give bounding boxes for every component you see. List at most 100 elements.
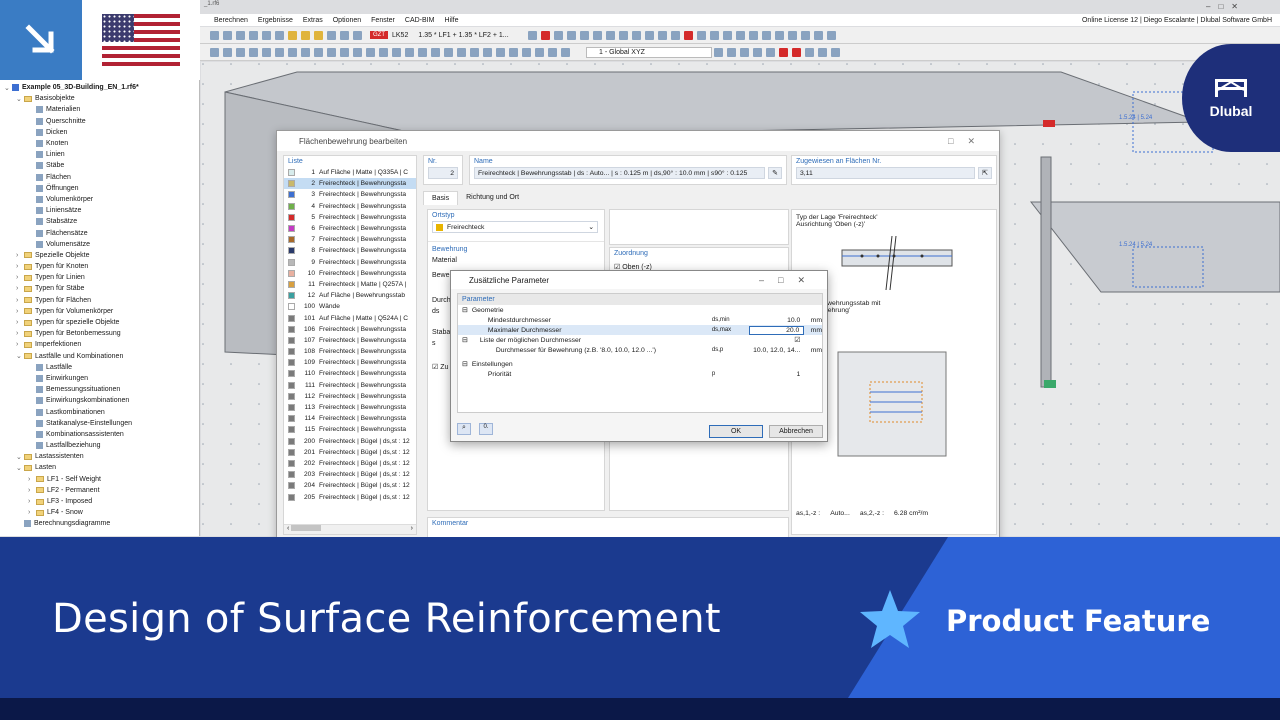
tree-item[interactable]: Einwirkungskombinationen	[0, 395, 199, 406]
tree-item[interactable]: Berechnungsdiagramme	[0, 518, 199, 529]
expand-arrow-icon[interactable]: ⌄	[4, 84, 12, 92]
tree-item[interactable]: › Typen für Volumenkörper	[0, 306, 199, 317]
tool-icon[interactable]	[548, 47, 557, 57]
select-surfaces-icon[interactable]: ⇱	[978, 167, 992, 179]
tool-icon[interactable]	[314, 30, 323, 40]
tool-icon[interactable]	[392, 47, 401, 57]
expand-arrow-icon[interactable]: ›	[16, 308, 24, 315]
tool-icon[interactable]	[262, 30, 271, 40]
tool-icon[interactable]	[645, 30, 655, 40]
parameter-row[interactable]: Priorität p 1	[458, 369, 822, 379]
list-item[interactable]: 11 Freirechteck | Matte | Q257A |	[284, 279, 416, 290]
tool-icon[interactable]	[775, 30, 785, 40]
tree-item[interactable]: Einwirkungen	[0, 373, 199, 384]
tool-icon[interactable]	[353, 30, 362, 40]
tree-item[interactable]: Querschnitte	[0, 116, 199, 127]
list-item[interactable]: 10 Freirechteck | Bewehrungssta	[284, 268, 416, 279]
tool-icon[interactable]	[710, 30, 720, 40]
units-icon[interactable]: 0.	[479, 423, 493, 435]
name-field[interactable]: Freirechteck | Bewehrungsstab | ds : Aut…	[474, 167, 765, 179]
expand-arrow-icon[interactable]: ›	[28, 476, 36, 483]
assigned-surfaces-field[interactable]: 3,11	[796, 167, 975, 179]
coordinate-system-select[interactable]: 1 - Global XYZ	[586, 46, 712, 58]
tool-icon[interactable]	[723, 30, 733, 40]
tree-item[interactable]: › Typen für Stäbe	[0, 283, 199, 294]
collapse-icon[interactable]: ⊟	[462, 306, 472, 314]
tree-item[interactable]: › LF2 - Permanent	[0, 485, 199, 496]
tree-item[interactable]: › Spezielle Objekte	[0, 250, 199, 261]
tool-icon[interactable]	[210, 47, 219, 57]
list-item[interactable]: 111 Freirechteck | Bewehrungssta	[284, 380, 416, 391]
tree-item[interactable]: Flächensätze	[0, 227, 199, 238]
tool-icon[interactable]	[353, 47, 362, 57]
tree-item[interactable]: Kombinationsassistenten	[0, 429, 199, 440]
tool-icon[interactable]	[431, 47, 440, 57]
tree-item[interactable]: Lastfälle	[0, 362, 199, 373]
parameter-value[interactable]: 1	[749, 371, 804, 378]
list-item[interactable]: 200 Freirechteck | Bügel | ds,st : 12	[284, 436, 416, 447]
tool-icon[interactable]	[457, 47, 466, 57]
list-item[interactable]: 108 Freirechteck | Bewehrungssta	[284, 346, 416, 357]
tree-item[interactable]: › Typen für Linien	[0, 272, 199, 283]
list-scrollbar[interactable]: ‹ ›	[284, 524, 416, 534]
list-item[interactable]: 201 Freirechteck | Bügel | ds,st : 12	[284, 447, 416, 458]
tree-item[interactable]: Öffnungen	[0, 183, 199, 194]
list-item[interactable]: 3 Freirechteck | Bewehrungssta	[284, 189, 416, 200]
tree-item[interactable]: › Imperfektionen	[0, 339, 199, 350]
tree-item[interactable]: ⌄ Lasten	[0, 462, 199, 473]
expand-arrow-icon[interactable]: ⌄	[16, 95, 24, 103]
list-item[interactable]: 110 Freirechteck | Bewehrungssta	[284, 368, 416, 379]
tool-icon[interactable]	[418, 47, 427, 57]
nr-field[interactable]: 2	[428, 167, 458, 179]
tool-icon[interactable]	[831, 47, 840, 57]
tab-basis[interactable]: Basis	[423, 191, 459, 205]
tool-icon[interactable]	[580, 30, 590, 40]
tool-icon[interactable]	[561, 47, 570, 57]
tool-icon[interactable]	[327, 47, 336, 57]
menu-ergebnisse[interactable]: Ergebnisse	[258, 17, 293, 24]
tool-icon[interactable]	[541, 30, 551, 40]
list-item[interactable]: 2 Freirechteck | Bewehrungssta	[284, 178, 416, 190]
tool-icon[interactable]	[567, 30, 577, 40]
tool-icon[interactable]	[470, 47, 479, 57]
tool-icon[interactable]	[249, 47, 258, 57]
menu-extras[interactable]: Extras	[303, 17, 323, 24]
tool-icon[interactable]	[444, 47, 453, 57]
tree-item[interactable]: ⌄ Basisobjekte	[0, 93, 199, 104]
tool-icon[interactable]	[340, 47, 349, 57]
tool-icon[interactable]	[223, 30, 232, 40]
tool-icon[interactable]	[236, 47, 245, 57]
tool-icon[interactable]	[619, 30, 629, 40]
tree-item[interactable]: › Typen für Knoten	[0, 261, 199, 272]
expand-arrow-icon[interactable]: ›	[16, 341, 24, 348]
list-item[interactable]: 203 Freirechteck | Bügel | ds,st : 12	[284, 469, 416, 480]
tool-icon[interactable]	[288, 47, 297, 57]
list-item[interactable]: 6 Freirechteck | Bewehrungssta	[284, 223, 416, 234]
expand-arrow-icon[interactable]: ›	[16, 263, 24, 270]
tool-icon[interactable]	[535, 47, 544, 57]
tool-icon[interactable]	[753, 47, 762, 57]
tool-icon[interactable]	[779, 47, 788, 57]
tool-icon[interactable]	[275, 47, 284, 57]
tab-richtung-und-ort[interactable]: Richtung und Ort	[458, 191, 527, 205]
expand-arrow-icon[interactable]: ›	[16, 319, 24, 326]
tool-icon[interactable]	[788, 30, 798, 40]
tool-icon[interactable]	[740, 47, 749, 57]
list-item[interactable]: 5 Freirechteck | Bewehrungssta	[284, 212, 416, 223]
list-item[interactable]: 204 Freirechteck | Bügel | ds,st : 12	[284, 480, 416, 491]
tree-item[interactable]: Lastfallbeziehung	[0, 440, 199, 451]
expand-arrow-icon[interactable]: ›	[16, 252, 24, 259]
menu-fenster[interactable]: Fenster	[371, 17, 395, 24]
list-item[interactable]: 112 Freirechteck | Bewehrungssta	[284, 391, 416, 402]
tree-item[interactable]: Volumenkörper	[0, 194, 199, 205]
expand-arrow-icon[interactable]: ›	[28, 509, 36, 516]
tool-icon[interactable]	[314, 47, 323, 57]
tree-item[interactable]: Statikanalyse-Einstellungen	[0, 418, 199, 429]
tool-icon[interactable]	[528, 30, 538, 40]
list-item[interactable]: 115 Freirechteck | Bewehrungssta	[284, 424, 416, 435]
parameter-row[interactable]: Mindestdurchmesser ds,min 10.0 mm	[458, 315, 822, 325]
dialog-window-controls[interactable]: □✕	[948, 136, 989, 147]
tree-item[interactable]: Lastkombinationen	[0, 406, 199, 417]
tool-icon[interactable]	[606, 30, 616, 40]
list-item[interactable]: 100 Wände	[284, 301, 416, 312]
